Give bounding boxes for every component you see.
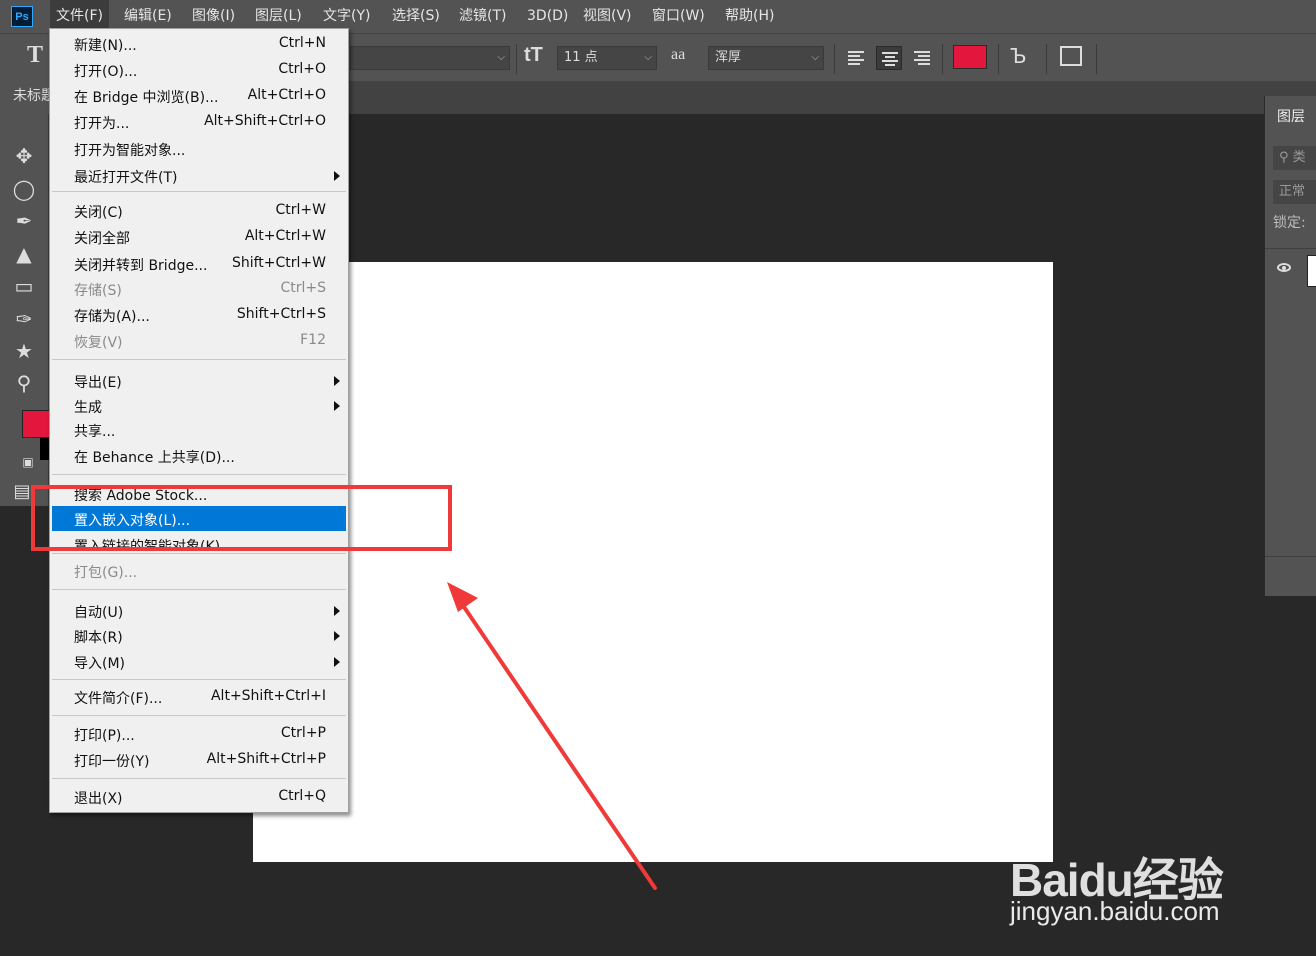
- font-size-select[interactable]: 11 点 ⌵: [557, 46, 657, 70]
- menu-help[interactable]: 帮助(H): [719, 0, 780, 33]
- submenu-arrow-icon: [334, 401, 340, 411]
- type-tool-icon[interactable]: T: [27, 42, 43, 69]
- menu-item-print[interactable]: 打印(P)... Ctrl+P: [52, 721, 346, 747]
- menu-item-recent-files[interactable]: 最近打开文件(T): [52, 163, 346, 189]
- menu-item-open-as[interactable]: 打开为... Alt+Shift+Ctrl+O: [52, 109, 346, 135]
- layers-panel: 图层 ⚲ 类 正常 锁定:: [1264, 96, 1316, 596]
- menu-item-save-as[interactable]: 存储为(A)... Shift+Ctrl+S: [52, 302, 346, 328]
- menu-item-browse-bridge[interactable]: 在 Bridge 中浏览(B)... Alt+Ctrl+O: [52, 83, 346, 109]
- layers-tab[interactable]: 图层: [1265, 96, 1316, 138]
- file-menu-dropdown: 新建(N)... Ctrl+N 打开(O)... Ctrl+O 在 Bridge 中…: [49, 28, 349, 813]
- tools-panel: ✥ ◯ ✒ ▲ ▭ ✑ ★ ⚲ ▣ ▤: [0, 114, 50, 506]
- visibility-eye-icon[interactable]: [1277, 263, 1291, 272]
- menu-item-share[interactable]: 共享...: [52, 417, 346, 443]
- antialias-select[interactable]: 浑厚 ⌵: [708, 46, 824, 70]
- stamp-icon[interactable]: ▲: [10, 240, 38, 268]
- document-canvas[interactable]: [253, 262, 1053, 862]
- layer-filter-input[interactable]: ⚲ 类: [1273, 146, 1316, 170]
- menu-item-exit[interactable]: 退出(X) Ctrl+Q: [52, 784, 346, 810]
- menu-item-revert: 恢复(V) F12: [74, 332, 326, 351]
- menu-item-open-smart-object[interactable]: 打开为智能对象...: [52, 136, 346, 162]
- submenu-arrow-icon: [334, 376, 340, 386]
- warp-text-icon[interactable]: Ъ: [1010, 44, 1027, 68]
- menu-window[interactable]: 窗口(W): [646, 0, 711, 33]
- menu-select[interactable]: 选择(S): [386, 0, 446, 33]
- submenu-arrow-icon: [334, 631, 340, 641]
- layers-panel-footer: [1265, 556, 1316, 585]
- menu-item-save: 存储(S) Ctrl+S: [74, 280, 326, 299]
- font-style-select[interactable]: ⌵: [350, 46, 510, 70]
- annotation-highlight-box: [31, 485, 452, 551]
- menu-item-scripts[interactable]: 脚本(R): [52, 623, 346, 649]
- zoom-icon[interactable]: ⚲: [10, 369, 38, 397]
- menu-item-file-info[interactable]: 文件简介(F)... Alt+Shift+Ctrl+I: [52, 684, 346, 710]
- eyedropper-icon[interactable]: ✒: [10, 207, 38, 235]
- character-panel-icon[interactable]: [1060, 46, 1082, 66]
- menu-item-export[interactable]: 导出(E): [52, 368, 346, 394]
- menu-item-close[interactable]: 关闭(C) Ctrl+W: [52, 198, 346, 224]
- watermark-url: jingyan.baidu.com: [1010, 896, 1220, 926]
- font-size-icon: tT: [524, 44, 543, 66]
- menu-item-print-one-copy[interactable]: 打印一份(Y) Alt+Shift+Ctrl+P: [52, 747, 346, 773]
- align-right-button[interactable]: [909, 46, 935, 70]
- menu-3d[interactable]: 3D(D): [521, 0, 574, 33]
- pen-icon[interactable]: ✑: [10, 305, 38, 333]
- menu-item-open[interactable]: 打开(O)... Ctrl+O: [52, 57, 346, 83]
- menu-item-close-all[interactable]: 关闭全部 Alt+Ctrl+W: [52, 224, 346, 250]
- text-color-swatch[interactable]: [953, 45, 987, 69]
- menu-item-close-go-bridge[interactable]: 关闭并转到 Bridge... Shift+Ctrl+W: [52, 251, 346, 277]
- submenu-arrow-icon: [334, 171, 340, 181]
- eraser-icon[interactable]: ▭: [10, 272, 38, 300]
- blend-mode-select[interactable]: 正常: [1273, 180, 1316, 204]
- shape-icon[interactable]: ★: [10, 337, 38, 365]
- lock-label: 锁定:: [1273, 215, 1306, 231]
- align-center-button[interactable]: [876, 46, 902, 70]
- lasso-icon[interactable]: ◯: [10, 175, 38, 203]
- antialias-icon: aa: [671, 46, 686, 63]
- layer-thumbnail: [1307, 255, 1316, 287]
- menu-item-automate[interactable]: 自动(U): [52, 598, 346, 624]
- menu-item-import[interactable]: 导入(M): [52, 649, 346, 675]
- menu-item-generate[interactable]: 生成: [52, 393, 346, 419]
- submenu-arrow-icon: [334, 606, 340, 616]
- photoshop-logo-icon: Ps: [11, 6, 33, 27]
- layer-row[interactable]: [1265, 248, 1316, 293]
- menu-item-share-behance[interactable]: 在 Behance 上共享(D)...: [52, 443, 346, 469]
- menu-item-new[interactable]: 新建(N)... Ctrl+N: [52, 31, 346, 57]
- default-colors-icon[interactable]: ▣: [14, 448, 42, 476]
- menu-item-package: 打包(G)...: [74, 565, 138, 581]
- move-icon[interactable]: ✥: [10, 142, 38, 170]
- foreground-color-swatch[interactable]: [22, 410, 50, 438]
- menu-view[interactable]: 视图(V): [577, 0, 638, 33]
- menu-filter[interactable]: 滤镜(T): [453, 0, 512, 33]
- submenu-arrow-icon: [334, 657, 340, 667]
- align-left-button[interactable]: [843, 46, 869, 70]
- baidu-watermark: Baidu经验 jingyan.baidu.com: [1010, 812, 1310, 952]
